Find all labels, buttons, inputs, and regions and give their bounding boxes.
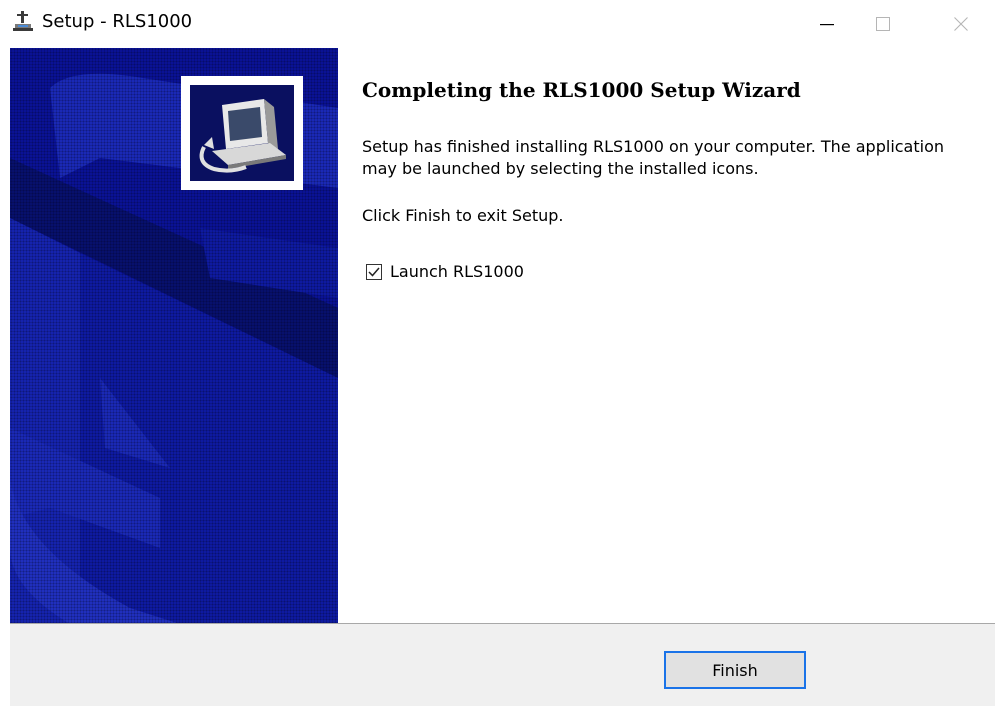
launch-checkbox-row[interactable]: Launch RLS1000: [366, 262, 524, 281]
wizard-hint: Click Finish to exit Setup.: [362, 206, 564, 225]
wizard-content: Completing the RLS1000 Setup Wizard Setu…: [338, 48, 995, 624]
wizard-heading: Completing the RLS1000 Setup Wizard: [362, 78, 801, 102]
close-button[interactable]: [938, 0, 984, 48]
wizard-banner: [10, 48, 338, 624]
computer-setup-icon: [190, 85, 294, 181]
checkmark-icon: [368, 267, 380, 277]
wizard-description: Setup has finished installing RLS1000 on…: [362, 137, 945, 178]
window-title: Setup - RLS1000: [42, 11, 193, 32]
minimize-icon: [820, 24, 834, 26]
finish-button[interactable]: Finish: [664, 651, 806, 689]
wizard-footer: Finish: [10, 623, 995, 706]
maximize-button[interactable]: [860, 0, 906, 48]
close-icon: [954, 17, 968, 31]
maximize-icon: [876, 17, 890, 31]
minimize-button[interactable]: [804, 0, 850, 48]
installer-computer-icon: [12, 10, 34, 34]
window-edge: [0, 48, 10, 706]
title-bar: Setup - RLS1000: [0, 0, 995, 48]
launch-checkbox[interactable]: [366, 263, 382, 280]
banner-logo: [181, 76, 303, 190]
launch-checkbox-label[interactable]: Launch RLS1000: [390, 262, 524, 281]
